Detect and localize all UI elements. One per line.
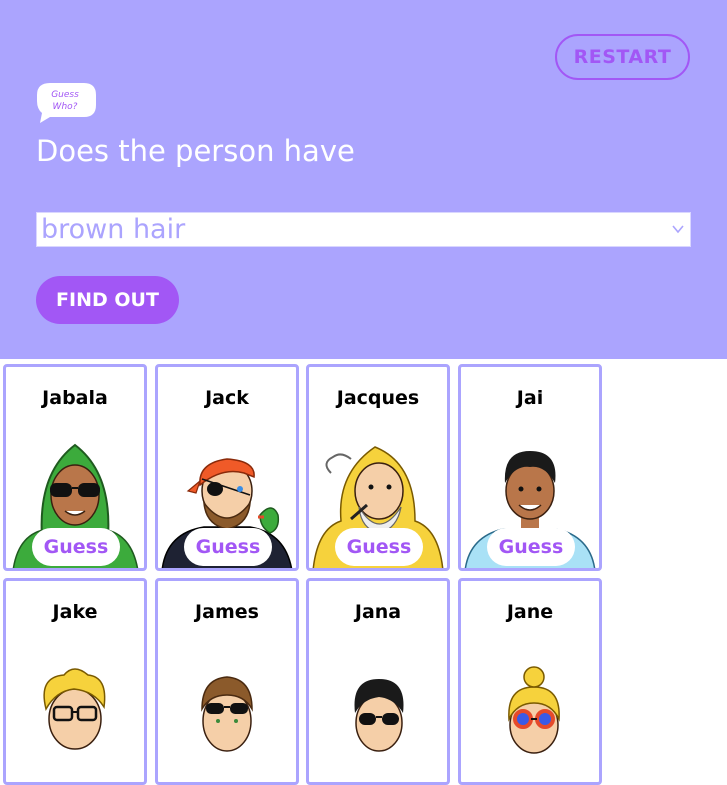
logo-line-2: Who?: [52, 102, 78, 112]
header: RESTART Guess Who? Does the person have …: [0, 0, 727, 359]
feature-select[interactable]: brown hair: [36, 212, 691, 247]
restart-button[interactable]: RESTART: [555, 34, 690, 80]
character-card-jabala[interactable]: Jabala Guess: [3, 364, 147, 571]
character-card-jane[interactable]: Jane: [458, 578, 602, 785]
character-name: Jai: [516, 387, 544, 409]
chevron-down-icon: [672, 225, 684, 234]
character-card-jana[interactable]: Jana: [306, 578, 450, 785]
character-name: Jacques: [336, 387, 420, 409]
character-name: Jana: [354, 601, 402, 623]
guess-button[interactable]: Guess: [184, 528, 272, 566]
character-name: Jabala: [42, 387, 108, 409]
guess-button[interactable]: Guess: [487, 528, 575, 566]
jane-portrait: [508, 666, 560, 754]
logo-line-1: Guess: [51, 90, 79, 100]
character-card-jack[interactable]: Jack Guess: [155, 364, 299, 571]
character-card-jai[interactable]: Jai Guess: [458, 364, 602, 571]
character-card-james[interactable]: James: [155, 578, 299, 785]
jake-portrait: [43, 668, 106, 750]
character-card-jacques[interactable]: Jacques Guess: [306, 364, 450, 571]
find-out-button[interactable]: FIND OUT: [36, 276, 179, 324]
character-name: Jane: [506, 601, 554, 623]
jana-portrait: [354, 679, 404, 752]
guess-button[interactable]: Guess: [335, 528, 423, 566]
selected-feature: brown hair: [41, 214, 186, 245]
character-name: Jake: [52, 601, 98, 623]
question-text: Does the person have: [36, 134, 355, 168]
character-card-jake[interactable]: Jake: [3, 578, 147, 785]
guess-button[interactable]: Guess: [32, 528, 120, 566]
character-name: Jack: [205, 387, 249, 409]
character-name: James: [195, 601, 259, 623]
james-portrait: [201, 676, 253, 752]
character-board: Jabala Guess Jack Guess Jacques Guess Ja…: [0, 359, 727, 785]
guess-who-logo: Guess Who?: [36, 81, 98, 123]
